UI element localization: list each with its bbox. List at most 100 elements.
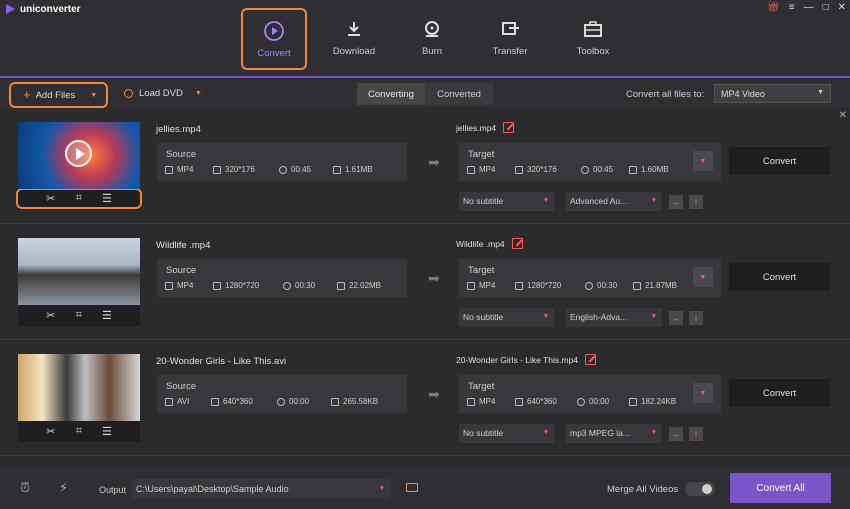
minimize-icon[interactable]: — — [804, 2, 814, 13]
target-format: MP4 — [479, 281, 496, 290]
target-settings-dropdown[interactable]: ▼ — [693, 383, 713, 403]
target-size: 1.60MB — [641, 165, 669, 174]
split-icon[interactable]: ↔ — [669, 195, 683, 209]
tab-transfer-label: Transfer — [492, 46, 528, 57]
chevron-down-icon: ▼ — [542, 429, 549, 436]
top-bar: uniconverter 🎁︎ ≡ — □ ✕ Convert Download… — [0, 0, 850, 78]
video-thumbnail[interactable]: ✂ ⌗ ☰ — [16, 122, 142, 210]
convert-button[interactable]: Convert — [729, 263, 830, 291]
crop-icon[interactable]: ⌗ — [76, 309, 82, 322]
crop-icon[interactable]: ⌗ — [76, 425, 82, 438]
source-format: MP4 — [177, 281, 194, 290]
target-name-row: jellies.mp4 — [456, 122, 515, 133]
target-info: Target MP4 320*176 00:45 1.60MB ▼ — [459, 143, 721, 181]
add-files-button[interactable]: + Add Files ▼ — [9, 82, 108, 108]
alarm-clock-icon[interactable]: ⏰︎ — [20, 480, 30, 496]
audio-select[interactable]: English-Adva... ▼ — [566, 308, 662, 327]
transfer-icon — [502, 22, 519, 35]
tab-convert[interactable]: Convert — [241, 8, 307, 70]
target-resolution: 640*360 — [527, 397, 557, 406]
convert-button[interactable]: Convert — [729, 147, 830, 175]
effects-icon[interactable]: ☰ — [102, 425, 112, 438]
audio-select[interactable]: mp3 MPEG la... ▼ — [566, 424, 662, 443]
format-icon — [165, 165, 173, 174]
source-format: AVI — [177, 397, 190, 406]
subtitle-select[interactable]: No subtitle ▼ — [459, 192, 554, 211]
source-duration: 00:30 — [295, 281, 316, 290]
audio-value: Advanced Au... — [570, 196, 628, 206]
chevron-down-icon: ▼ — [378, 485, 385, 492]
target-duration: 00:45 — [593, 165, 614, 174]
target-info: Target MP4 640*360 00:00 182.24KB ▼ — [459, 375, 721, 413]
menu-icon[interactable]: ≡ — [789, 2, 795, 13]
app-title: uniconverter — [20, 4, 81, 15]
subtitle-select[interactable]: No subtitle ▼ — [459, 424, 554, 443]
tab-toolbox[interactable]: Toolbox — [560, 8, 626, 70]
trim-icon[interactable]: ✂ — [46, 192, 55, 205]
tab-transfer[interactable]: Transfer — [477, 8, 543, 70]
tab-converting[interactable]: Converting — [357, 83, 425, 105]
edit-icon[interactable] — [511, 238, 523, 249]
target-duration: 00:30 — [597, 281, 618, 290]
target-format: MP4 — [479, 397, 496, 406]
maximize-icon[interactable]: □ — [823, 2, 829, 13]
load-dvd-button[interactable]: Load DVD ▼ — [124, 88, 202, 99]
target-size: 182.24KB — [641, 397, 677, 406]
gift-icon[interactable]: 🎁︎ — [767, 2, 780, 13]
source-info: Source MP4 1280*720 00:30 22.02MB — [157, 259, 407, 297]
convert-icon — [264, 21, 284, 41]
chevron-down-icon[interactable]: ▼ — [195, 90, 202, 97]
target-settings-dropdown[interactable]: ▼ — [693, 267, 713, 287]
convert-all-button[interactable]: Convert All — [730, 473, 831, 503]
folder-open-icon[interactable] — [406, 483, 418, 492]
edit-icon[interactable] — [585, 354, 597, 365]
format-icon — [467, 165, 475, 174]
arrow-right-icon: ➡ — [428, 270, 440, 286]
target-settings-dropdown[interactable]: ▼ — [693, 151, 713, 171]
folder-icon — [331, 397, 339, 406]
arrow-right-icon: ➡ — [428, 154, 440, 170]
play-icon[interactable] — [65, 140, 92, 167]
split-icon[interactable]: ↔ — [669, 427, 683, 441]
chevron-down-icon[interactable]: ▼ — [90, 92, 97, 99]
close-icon[interactable]: ✕ — [838, 2, 846, 13]
plus-icon: + — [23, 87, 31, 102]
merge-label: Merge All Videos — [607, 484, 679, 495]
trim-icon[interactable]: ✂ — [46, 425, 55, 438]
split-icon[interactable]: ↔ — [669, 311, 683, 325]
subtitle-value: No subtitle — [463, 196, 504, 206]
video-thumbnail[interactable]: ✂ ⌗ ☰ — [18, 354, 140, 442]
source-format: MP4 — [177, 165, 194, 174]
download-icon — [348, 22, 360, 36]
source-resolution: 320*176 — [225, 165, 255, 174]
tab-toolbox-label: Toolbox — [576, 46, 610, 57]
edit-icon[interactable] — [503, 122, 515, 133]
chevron-down-icon: ▼ — [542, 313, 549, 320]
effects-icon[interactable]: ☰ — [102, 192, 112, 205]
output-format-select[interactable]: MP4 Video ▼ — [714, 84, 831, 103]
convert-button[interactable]: Convert — [729, 379, 830, 407]
info-icon[interactable]: i — [689, 427, 703, 441]
video-thumbnail[interactable]: ✂ ⌗ ☰ — [18, 238, 140, 326]
tab-burn-label: Burn — [421, 46, 443, 57]
effects-icon[interactable]: ☰ — [102, 309, 112, 322]
info-icon[interactable]: i — [689, 311, 703, 325]
audio-value: mp3 MPEG la... — [570, 428, 630, 438]
clock-icon — [585, 281, 593, 290]
edit-tools: ✂ ⌗ ☰ — [18, 421, 140, 442]
audio-select[interactable]: Advanced Au... ▼ — [566, 192, 662, 211]
subtitle-select[interactable]: No subtitle ▼ — [459, 308, 554, 327]
target-name-row: 20-Wonder Girls - Like This.mp4 — [456, 354, 597, 365]
edit-tools: ✂ ⌗ ☰ — [16, 188, 142, 209]
output-path-select[interactable]: C:\Users\payal\Desktop\Sample Audio ▼ — [132, 479, 391, 499]
lightning-icon[interactable]: ⚡︎ — [59, 480, 68, 496]
tab-converted[interactable]: Converted — [425, 83, 493, 105]
merge-toggle[interactable] — [685, 482, 715, 496]
format-icon — [165, 397, 173, 406]
tab-download[interactable]: Download — [321, 8, 387, 70]
info-icon[interactable]: i — [689, 195, 703, 209]
tab-burn[interactable]: Burn — [399, 8, 465, 70]
trim-icon[interactable]: ✂ — [46, 309, 55, 322]
crop-icon[interactable]: ⌗ — [76, 192, 82, 205]
output-label: Output — [99, 485, 127, 495]
